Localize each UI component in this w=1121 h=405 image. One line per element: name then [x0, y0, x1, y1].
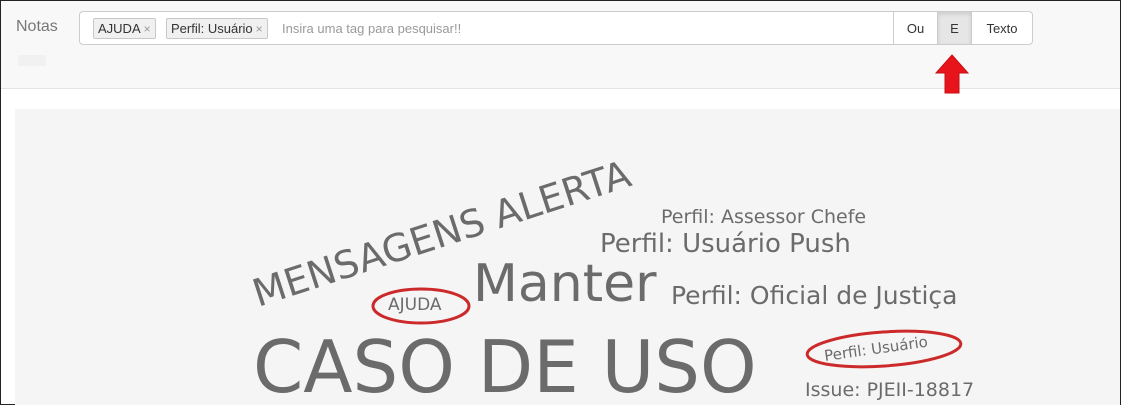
and-button[interactable]: E — [937, 11, 972, 45]
cloud-word-perfil-assessor-chefe[interactable]: Perfil: Assessor Chefe — [661, 206, 866, 228]
tag-chip-label: Perfil: Usuário — [171, 21, 253, 36]
tag-chip-ajuda: AJUDA × — [93, 18, 156, 39]
text-button[interactable]: Texto — [971, 11, 1033, 45]
tag-search-box[interactable]: AJUDA × Perfil: Usuário × — [79, 11, 894, 45]
cloud-word-caso-de-uso[interactable]: CASO DE USO — [253, 325, 757, 405]
notes-label: Notas — [16, 18, 58, 35]
remove-tag-icon[interactable]: × — [256, 22, 263, 36]
cloud-word-ajuda[interactable]: AJUDA — [388, 295, 442, 315]
tag-chip-label: AJUDA — [98, 21, 141, 36]
red-arrow-up-icon — [935, 54, 969, 94]
cloud-word-perfil-oficial-de-justica[interactable]: Perfil: Oficial de Justiça — [671, 281, 958, 310]
tag-chip-perfil-usuario: Perfil: Usuário × — [166, 18, 268, 39]
cloud-word-issue[interactable]: Issue: PJEII-18817 — [805, 379, 974, 401]
empty-placeholder — [18, 55, 46, 66]
cloud-word-manter[interactable]: Manter — [473, 254, 657, 314]
or-button[interactable]: Ou — [893, 11, 938, 45]
tag-cloud-canvas: MENSAGENS ALERTA Perfil: Assessor Chefe … — [247, 152, 974, 405]
tag-cloud: MENSAGENS ALERTA Perfil: Assessor Chefe … — [15, 109, 1120, 405]
tag-search-input[interactable] — [282, 18, 882, 39]
remove-tag-icon[interactable]: × — [144, 22, 151, 36]
